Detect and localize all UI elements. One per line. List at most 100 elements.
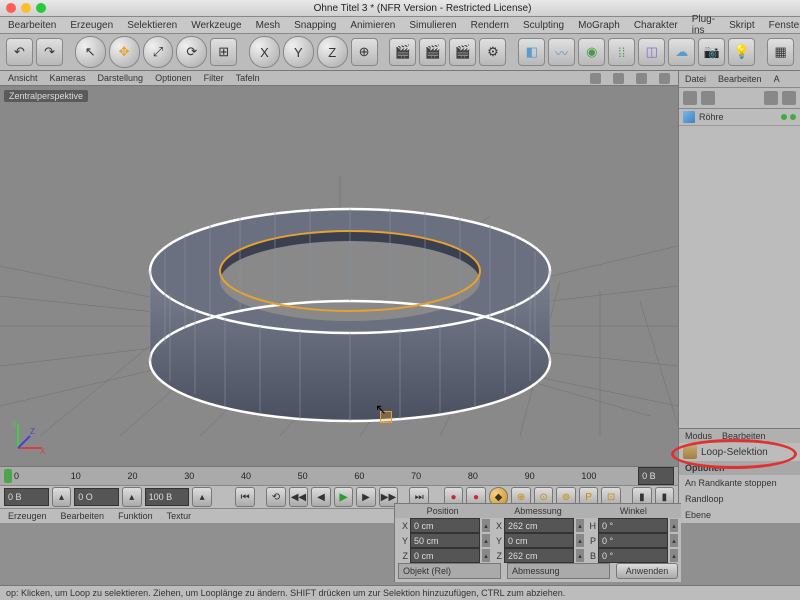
menu-erzeugen[interactable]: Erzeugen (70, 20, 113, 31)
next-frame-button[interactable]: ▶ (356, 487, 376, 507)
x-lock[interactable]: X (249, 36, 280, 68)
spinner-icon[interactable]: ▴ (576, 519, 584, 532)
vm-darstellung[interactable]: Darstellung (98, 73, 144, 83)
scale-tool[interactable]: ⤢ (143, 36, 174, 68)
om-filter-icon[interactable] (683, 91, 697, 105)
am-bearbeiten[interactable]: Bearbeiten (722, 431, 766, 441)
om-ansicht[interactable]: A (774, 74, 780, 84)
object-row-tube[interactable]: Röhre (679, 109, 800, 126)
coord-toggle[interactable]: ⊕ (351, 38, 378, 66)
pos-y-field[interactable]: 50 cm (410, 533, 480, 548)
menu-fenster[interactable]: Fenster (769, 20, 800, 31)
deformer[interactable]: ◫ (638, 38, 665, 66)
spline-pen[interactable]: 〰 (548, 38, 575, 66)
menu-rendern[interactable]: Rendern (471, 20, 509, 31)
loop-tool[interactable]: ⊞ (210, 38, 237, 66)
dim-y-field[interactable]: 0 cm (504, 533, 574, 548)
move-handle-icon[interactable] (380, 411, 392, 423)
menu-snapping[interactable]: Snapping (294, 20, 336, 31)
render-region[interactable]: 🎬 (419, 38, 446, 66)
spinner-icon[interactable]: ▴ (670, 549, 678, 562)
menu-plugins[interactable]: Plug-ins (692, 14, 715, 36)
spinner-icon[interactable]: ▴ (482, 549, 490, 562)
ang-h-field[interactable]: 0 ° (598, 518, 668, 533)
om-bearbeiten[interactable]: Bearbeiten (718, 74, 762, 84)
menu-selektieren[interactable]: Selektieren (127, 20, 177, 31)
menu-werkzeuge[interactable]: Werkzeuge (191, 20, 241, 31)
mm-textur[interactable]: Textur (167, 511, 192, 521)
menu-charakter[interactable]: Charakter (634, 20, 678, 31)
timeline-end-field[interactable]: 0 B (638, 467, 674, 485)
menu-mesh[interactable]: Mesh (256, 20, 280, 31)
camera[interactable]: 📷 (698, 38, 725, 66)
undo-button[interactable]: ↶ (6, 38, 33, 66)
spinner-icon[interactable]: ▴ (52, 487, 72, 507)
om-layer-icon[interactable] (782, 91, 796, 105)
frame-start-field[interactable]: 0 B (4, 488, 49, 506)
spinner-icon[interactable]: ▴ (576, 549, 584, 562)
spinner-icon[interactable]: ▴ (192, 487, 212, 507)
om-eye-icon[interactable] (764, 91, 778, 105)
spinner-icon[interactable]: ▴ (670, 519, 678, 532)
apply-button[interactable]: Anwenden (616, 563, 678, 579)
vp-rotate-icon[interactable] (636, 73, 647, 84)
options-section-header[interactable]: Optionen (679, 461, 800, 475)
prev-key-button[interactable]: ◀◀ (289, 487, 309, 507)
coord-type-dropdown[interactable]: Abmessung (507, 563, 610, 579)
vp-pan-icon[interactable] (590, 73, 601, 84)
3d-viewport[interactable]: Zentralperspektive (0, 86, 678, 466)
dim-x-field[interactable]: 262 cm (504, 518, 574, 533)
dim-z-field[interactable]: 262 cm (504, 548, 574, 563)
am-modus[interactable]: Modus (685, 431, 712, 441)
menu-bearbeiten[interactable]: Bearbeiten (8, 20, 56, 31)
redo-button[interactable]: ↷ (36, 38, 63, 66)
select-tool[interactable]: ↖ (75, 36, 106, 68)
visibility-dot-icon[interactable] (781, 114, 787, 120)
zoom-icon[interactable] (36, 3, 46, 13)
layout-icon[interactable]: ▦ (767, 38, 794, 66)
light[interactable]: 💡 (728, 38, 755, 66)
mm-bearbeiten[interactable]: Bearbeiten (61, 511, 105, 521)
environment[interactable]: ☁ (668, 38, 695, 66)
frame-end-field[interactable]: 100 B (145, 488, 190, 506)
vm-ansicht[interactable]: Ansicht (8, 73, 38, 83)
spinner-icon[interactable]: ▴ (670, 534, 678, 547)
frame-current-field[interactable]: 0 O (74, 488, 119, 506)
spinner-icon[interactable]: ▴ (576, 534, 584, 547)
render-settings[interactable]: ⚙ (479, 38, 506, 66)
playhead-icon[interactable] (4, 469, 12, 483)
vp-zoom-icon[interactable] (613, 73, 624, 84)
prev-frame-button[interactable]: ◀ (311, 487, 331, 507)
play-button[interactable]: ▶ (334, 487, 354, 507)
z-lock[interactable]: Z (317, 36, 348, 68)
spinner-icon[interactable]: ▴ (482, 519, 490, 532)
menu-mograph[interactable]: MoGraph (578, 20, 620, 31)
nurbs[interactable]: ◉ (578, 38, 605, 66)
close-icon[interactable] (6, 3, 16, 13)
ang-p-field[interactable]: 0 ° (598, 533, 668, 548)
render-dot-icon[interactable] (790, 114, 796, 120)
pos-x-field[interactable]: 0 cm (410, 518, 480, 533)
primitive-cube[interactable]: ◧ (518, 38, 545, 66)
vm-kameras[interactable]: Kameras (50, 73, 86, 83)
render-view[interactable]: 🎬 (389, 38, 416, 66)
step-back-button[interactable]: ⟲ (266, 487, 286, 507)
timeline-ruler[interactable]: 0 10 20 30 40 50 60 70 80 90 100 0 B (0, 466, 678, 485)
pos-z-field[interactable]: 0 cm (410, 548, 480, 563)
spinner-icon[interactable]: ▴ (122, 487, 142, 507)
vm-optionen[interactable]: Optionen (155, 73, 192, 83)
goto-start-button[interactable]: ⏮ (235, 487, 255, 507)
rotate-tool[interactable]: ⟳ (176, 36, 207, 68)
move-tool[interactable]: ✥ (109, 36, 140, 68)
y-lock[interactable]: Y (283, 36, 314, 68)
menu-sculpting[interactable]: Sculpting (523, 20, 564, 31)
vp-max-icon[interactable] (659, 73, 670, 84)
minimize-icon[interactable] (21, 3, 31, 13)
mm-erzeugen[interactable]: Erzeugen (8, 511, 47, 521)
om-datei[interactable]: Datei (685, 74, 706, 84)
array[interactable]: ⁞⁞ (608, 38, 635, 66)
om-search-icon[interactable] (701, 91, 715, 105)
ang-b-field[interactable]: 0 ° (598, 548, 668, 563)
menu-simulieren[interactable]: Simulieren (409, 20, 456, 31)
coord-mode-dropdown[interactable]: Objekt (Rel) (398, 563, 501, 579)
